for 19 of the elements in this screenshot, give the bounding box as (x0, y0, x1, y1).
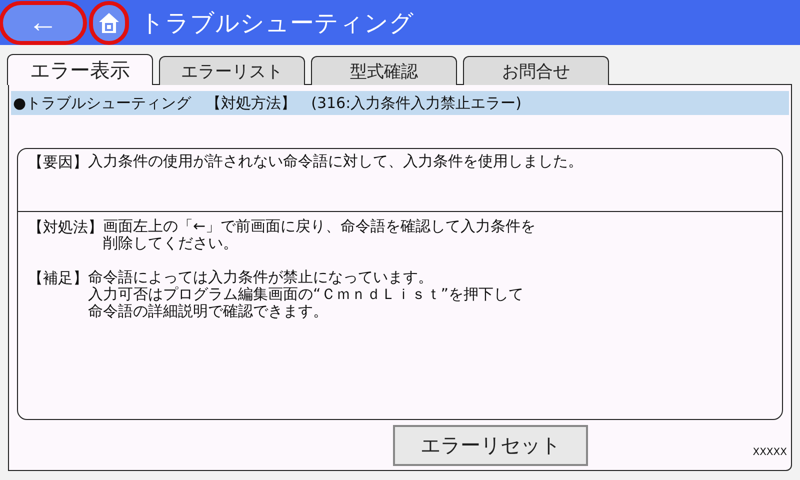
section-label: 【対処法】 (28, 218, 103, 238)
section-label: 【要因】 (28, 153, 88, 172)
screen-code: XXXXX (752, 447, 787, 458)
tab[interactable]: お問合せ (463, 56, 609, 85)
message-text: 入力可否はプログラム編集画面の“ＣｍｎｄＬｉｓｔ”を押下して (88, 286, 524, 303)
error-reset-button[interactable]: エラーリセット (393, 424, 588, 466)
tab[interactable]: エラー表示 (7, 54, 153, 85)
message-text: 入力条件の使用が許されない命令語に対して、入力条件を使用しました。 (88, 153, 583, 170)
home-button[interactable] (92, 4, 126, 42)
message-text: 画面左上の「←」で前画面に戻り、命令語を確認して入力条件を (103, 218, 536, 235)
home-icon (97, 10, 121, 34)
info-bar: ●トラブルシューティング 【対処方法】 (316:入力条件入力禁止エラー) (11, 91, 789, 115)
message-text: 命令語によっては入力条件が禁止になっています。 (88, 269, 434, 286)
message-text: 削除してください。 (103, 235, 239, 252)
tab[interactable]: 型式確認 (311, 56, 457, 85)
screen-title: トラブルシューティング (140, 8, 414, 38)
tab[interactable]: エラーリスト (159, 56, 305, 85)
message-text: 命令語の詳細説明で確認できます。 (88, 303, 329, 320)
section-label: 【補足】 (28, 269, 88, 289)
